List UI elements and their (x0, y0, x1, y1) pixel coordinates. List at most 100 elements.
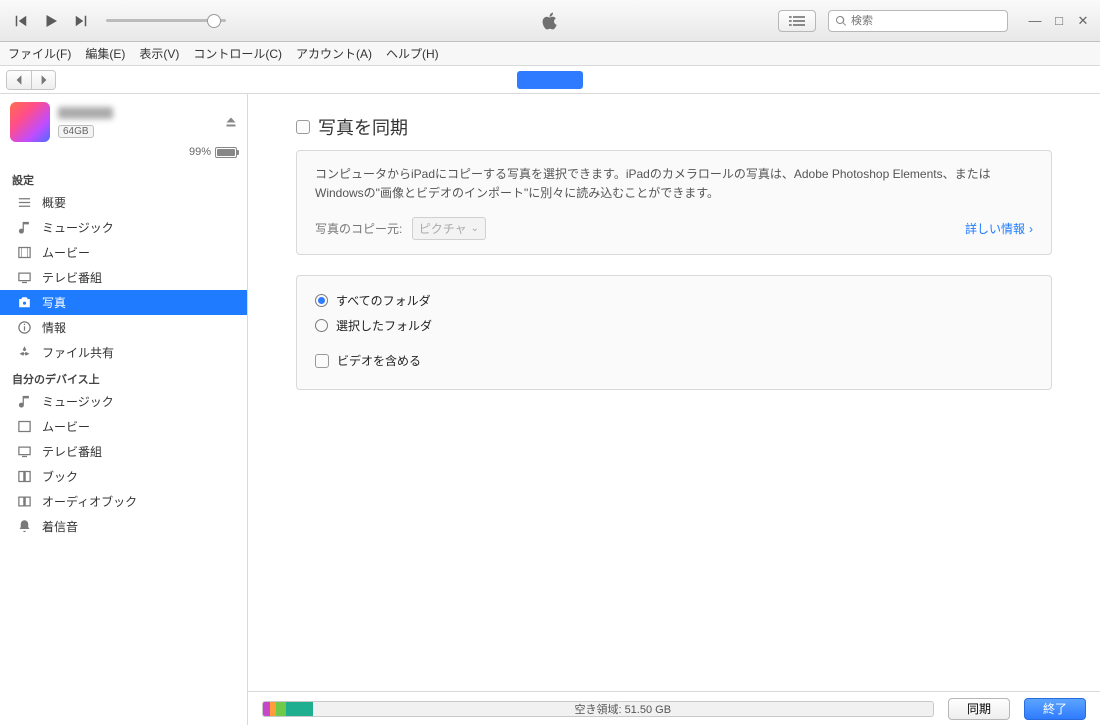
camera-icon (16, 295, 32, 311)
sidebar-item-label: ブック (42, 468, 78, 485)
include-video-checkbox[interactable] (315, 354, 329, 368)
sidebar-item-movies[interactable]: ムービー (0, 240, 247, 265)
usage-segment (286, 702, 313, 716)
search-field[interactable] (828, 10, 1008, 32)
sidebar-section-settings: 設定 (0, 166, 247, 190)
window-controls: — □ ✕ (1028, 13, 1090, 29)
sidebar-item-label: 写真 (42, 294, 66, 311)
include-video-label: ビデオを含める (337, 352, 421, 369)
more-info-link[interactable]: 詳しい情報 › (965, 220, 1033, 237)
chevron-right-icon: › (1029, 222, 1033, 236)
sidebar-item-label: 着信音 (42, 518, 78, 535)
copy-from-select[interactable]: ピクチャ (412, 217, 486, 240)
bell-icon (16, 519, 32, 535)
battery-icon (215, 147, 237, 158)
list-view-button[interactable] (778, 10, 816, 32)
radio-selected-folders-label: 選択したフォルダ (336, 317, 432, 334)
close-button[interactable]: ✕ (1076, 13, 1090, 29)
battery-percent: 99% (189, 146, 211, 158)
sync-photos-title: 写真を同期 (318, 114, 408, 140)
movie-icon (16, 419, 32, 435)
sidebar-item-label: テレビ番組 (42, 269, 102, 286)
folder-options-panel: すべてのフォルダ 選択したフォルダ ビデオを含める (296, 275, 1052, 390)
playback-controls (10, 10, 226, 32)
eject-icon[interactable] (225, 116, 237, 128)
free-space-label: 空き領域: 51.50 GB (313, 702, 933, 716)
sidebar: 64GB 99% 設定 概要 ミュージック ムービー テレビ番組 (0, 94, 248, 725)
sidebar-item-photos[interactable]: 写真 (0, 290, 247, 315)
book-icon (16, 469, 32, 485)
info-icon (16, 320, 32, 336)
sidebar-item-od-audiobooks[interactable]: オーディオブック (0, 489, 247, 514)
sidebar-item-label: 情報 (42, 319, 66, 336)
maximize-button[interactable]: □ (1052, 13, 1066, 29)
sidebar-item-label: ムービー (42, 244, 90, 261)
sidebar-item-music[interactable]: ミュージック (0, 215, 247, 240)
sync-button[interactable]: 同期 (948, 698, 1010, 720)
apple-logo-icon (539, 10, 561, 32)
navigation-row (0, 66, 1100, 94)
usage-segment (263, 702, 270, 716)
play-button[interactable] (40, 10, 62, 32)
sidebar-item-label: ミュージック (42, 219, 114, 236)
prev-button[interactable] (10, 10, 32, 32)
sidebar-item-od-movies[interactable]: ムービー (0, 414, 247, 439)
minimize-button[interactable]: — (1028, 13, 1042, 29)
device-tab[interactable] (517, 71, 583, 89)
sidebar-item-od-books[interactable]: ブック (0, 464, 247, 489)
menu-bar: ファイル(F) 編集(E) 表示(V) コントロール(C) アカウント(A) ヘ… (0, 42, 1100, 66)
sidebar-item-od-ringtones[interactable]: 着信音 (0, 514, 247, 539)
sidebar-item-tv[interactable]: テレビ番組 (0, 265, 247, 290)
menu-control[interactable]: コントロール(C) (193, 45, 282, 62)
sidebar-item-label: 概要 (42, 194, 66, 211)
apps-icon (16, 345, 32, 361)
radio-all-folders-label: すべてのフォルダ (336, 292, 431, 309)
sync-photos-checkbox[interactable] (296, 120, 310, 134)
music-icon (16, 394, 32, 410)
audiobook-icon (16, 494, 32, 510)
radio-selected-folders[interactable] (315, 319, 328, 332)
radio-all-folders[interactable] (315, 294, 328, 307)
menu-help[interactable]: ヘルプ(H) (386, 45, 439, 62)
volume-slider[interactable] (106, 19, 226, 22)
sidebar-item-file-sharing[interactable]: ファイル共有 (0, 340, 247, 365)
next-button[interactable] (70, 10, 92, 32)
device-header[interactable]: 64GB (0, 94, 247, 146)
tv-icon (16, 444, 32, 460)
usage-segment (276, 702, 285, 716)
sync-info-panel: コンピュータからiPadにコピーする写真を選択できます。iPadのカメラロールの… (296, 150, 1052, 255)
sidebar-item-label: テレビ番組 (42, 443, 102, 460)
player-bar: — □ ✕ (0, 0, 1100, 42)
menu-edit[interactable]: 編集(E) (85, 45, 125, 62)
sidebar-item-label: オーディオブック (42, 493, 137, 510)
device-thumbnail-icon (10, 102, 50, 142)
storage-usage-bar[interactable]: 空き領域: 51.50 GB (262, 701, 934, 717)
more-info-label: 詳しい情報 (965, 220, 1025, 237)
device-name (58, 107, 113, 119)
movie-icon (16, 245, 32, 261)
sidebar-item-label: ファイル共有 (42, 344, 114, 361)
usage-segment (270, 702, 277, 716)
footer-bar: 空き領域: 51.50 GB 同期 終了 (248, 691, 1100, 725)
music-icon (16, 220, 32, 236)
tv-icon (16, 270, 32, 286)
menu-file[interactable]: ファイル(F) (8, 45, 71, 62)
capacity-badge: 64GB (58, 125, 94, 138)
sidebar-item-label: ムービー (42, 418, 90, 435)
sidebar-section-on-device: 自分のデバイス上 (0, 365, 247, 389)
menu-view[interactable]: 表示(V) (139, 45, 179, 62)
done-button[interactable]: 終了 (1024, 698, 1086, 720)
copy-from-label: 写真のコピー元: (315, 222, 402, 236)
summary-icon (16, 195, 32, 211)
search-input[interactable] (851, 15, 1001, 27)
sync-description: コンピュータからiPadにコピーする写真を選択できます。iPadのカメラロールの… (297, 151, 1051, 207)
sidebar-item-info[interactable]: 情報 (0, 315, 247, 340)
sidebar-item-summary[interactable]: 概要 (0, 190, 247, 215)
search-icon (835, 15, 847, 27)
menu-account[interactable]: アカウント(A) (296, 45, 372, 62)
nav-forward-button[interactable] (31, 71, 55, 89)
nav-back-button[interactable] (7, 71, 31, 89)
main-panel: 写真を同期 コンピュータからiPadにコピーする写真を選択できます。iPadのカ… (248, 94, 1100, 725)
sidebar-item-od-tv[interactable]: テレビ番組 (0, 439, 247, 464)
sidebar-item-od-music[interactable]: ミュージック (0, 389, 247, 414)
